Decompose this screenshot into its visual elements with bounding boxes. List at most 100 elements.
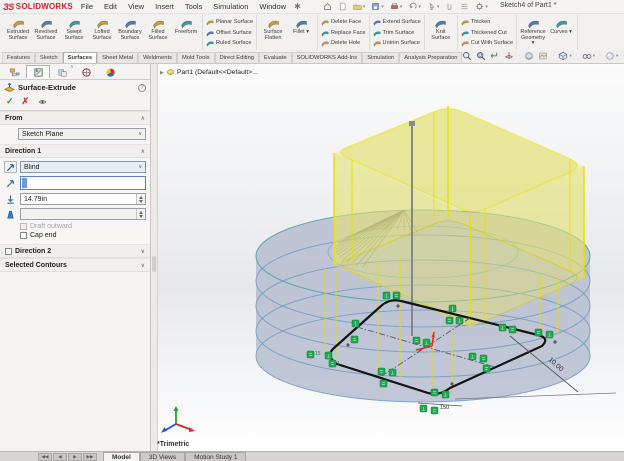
sketch-relation-badge[interactable]: ⊥ (498, 323, 507, 331)
sketch-relation-badge[interactable]: = (377, 367, 386, 375)
sketch-relation-badge[interactable]: | (351, 319, 360, 327)
sketch-relation-badge[interactable]: = (328, 359, 337, 367)
expand-chevron-icon[interactable]: ∨ (141, 262, 145, 269)
previous-button[interactable]: ◀ (53, 452, 67, 461)
ribbon-button-delete-face[interactable]: Delete Face (321, 17, 366, 27)
from-dropdown[interactable]: Sketch Plane ∨ (18, 128, 146, 140)
manager-tab-dimxpert-manager[interactable] (74, 65, 98, 79)
sketch-relation-badge[interactable]: = (430, 388, 439, 396)
select-button[interactable]: ▾ (427, 2, 439, 11)
collapse-chevron-icon[interactable]: ∧ (141, 115, 145, 122)
sketch-relation-badge[interactable]: = (508, 325, 517, 333)
zoom-area-button[interactable] (476, 51, 486, 61)
tab-sketch[interactable]: Sketch (34, 52, 63, 63)
tab-mold-tools[interactable]: Mold Tools (176, 52, 215, 63)
ribbon-button-freeform[interactable]: Freeform (172, 15, 200, 50)
flyout-expand-icon[interactable]: ▶ (160, 70, 164, 76)
tab-sheet-metal[interactable]: Sheet Metal (97, 52, 139, 63)
last-button[interactable]: ▶▶ (83, 452, 97, 461)
next-button[interactable]: ▶ (68, 452, 82, 461)
menu-file[interactable]: File (81, 2, 93, 11)
sketch-relation-badge[interactable]: ⊥ (382, 291, 391, 299)
panel-splitter[interactable] (151, 64, 158, 451)
splitter-grip[interactable] (152, 256, 156, 272)
cap-end-checkbox[interactable] (20, 232, 27, 239)
sketch-relation-badge[interactable]: = (479, 354, 488, 362)
section-view-button[interactable] (504, 51, 514, 61)
ribbon-button-reference-geometry[interactable]: Reference Geometry ▾ (519, 15, 547, 50)
print-button[interactable]: ▾ (390, 2, 402, 11)
ok-button[interactable]: ✓ (6, 96, 14, 107)
expand-chevron-icon[interactable]: ∨ (141, 248, 145, 255)
home-button[interactable] (323, 2, 332, 11)
new-document-button[interactable] (338, 2, 347, 11)
zoom-fit-button[interactable] (462, 51, 472, 61)
tab-analysis-preparation[interactable]: Analysis Preparation (399, 52, 463, 63)
end-condition-dropdown[interactable]: Blind ∨ (20, 161, 146, 173)
menu-window[interactable]: Window (259, 2, 286, 11)
sketch-relation-badge[interactable]: = (430, 406, 439, 414)
ribbon-button-lofted-surface[interactable]: Lofted Surface (88, 15, 116, 50)
sketch-relation-badge[interactable]: ⊥ (388, 368, 397, 376)
bottom-tab-3d-views[interactable]: 3D Views (139, 451, 186, 461)
sketch-relation-badge[interactable]: ⊥ (419, 404, 428, 412)
sketch-relation-badge[interactable]: | (448, 304, 457, 312)
help-icon[interactable]: ? (138, 83, 146, 92)
ribbon-button-cut-with-surface[interactable]: Cut With Surface (461, 38, 513, 48)
undo-button[interactable]: ▾ (408, 2, 421, 11)
selected-contours-header[interactable]: Selected Contours ∨ (0, 258, 150, 272)
pin-icon[interactable]: ✱ (294, 2, 301, 11)
first-button[interactable]: ◀◀ (38, 452, 52, 461)
ribbon-button-offset-surface[interactable]: Offset Surface (206, 28, 253, 38)
sketch-relation-badge[interactable]: = (534, 328, 543, 336)
open-button[interactable]: ▾ (353, 2, 365, 11)
tab-features[interactable]: Features (2, 52, 35, 63)
panel-collapse-icon[interactable]: ∧ (70, 64, 74, 70)
sketch-relation-badge[interactable]: = (445, 316, 454, 324)
tab-evaluate[interactable]: Evaluate (259, 52, 292, 63)
menu-insert[interactable]: Insert (155, 2, 174, 11)
manager-tab-property-manager[interactable] (26, 65, 50, 79)
hide-show-items-button[interactable]: ▾ (582, 51, 595, 61)
tab-solidworks-add-ins[interactable]: SOLIDWORKS Add-Ins (291, 52, 363, 63)
ribbon-button-extend-surface[interactable]: Extend Surface (372, 17, 421, 27)
view-settings-button[interactable]: ▾ (605, 51, 618, 61)
sketch-relation-badge[interactable]: = (392, 291, 401, 299)
tab-simulation[interactable]: Simulation (362, 52, 400, 63)
sketch-relation-badge[interactable]: = (482, 364, 491, 372)
menu-simulation[interactable]: Simulation (213, 2, 248, 11)
bottom-tab-motion-study-1[interactable]: Motion Study 1 (185, 451, 247, 461)
direction-reference-input[interactable] (20, 176, 146, 190)
ribbon-button-revolved-surface[interactable]: Revolved Surface (32, 15, 60, 50)
collapse-chevron-icon[interactable]: ∧ (141, 148, 145, 155)
direction2-checkbox[interactable] (5, 248, 12, 255)
sketch-relation-badge[interactable]: = (379, 379, 388, 387)
menu-view[interactable]: View (128, 2, 144, 11)
direction1-header[interactable]: Direction 1 ∧ (0, 144, 150, 158)
ribbon-button-surface-flatten[interactable]: Surface Flatten (259, 15, 287, 50)
ribbon-button-fillet[interactable]: Fillet ▾ (287, 15, 315, 50)
ribbon-button-replace-face[interactable]: Replace Face (321, 28, 366, 38)
attach-button[interactable] (445, 2, 454, 11)
flyout-feature-tree[interactable]: ▶ Part1 (Default<<Default>... (160, 68, 258, 77)
display-style-button[interactable]: ▾ (558, 51, 572, 61)
tab-weldments[interactable]: Weldments (138, 52, 177, 63)
tab-surfaces[interactable]: Surfaces (62, 52, 98, 63)
ribbon-button-thickened-cut[interactable]: Thickened Cut (461, 28, 513, 38)
spinner-arrows[interactable] (136, 194, 145, 204)
save-button[interactable]: ▾ (371, 2, 384, 11)
ribbon-button-delete-hole[interactable]: Delete Hole (321, 38, 366, 48)
sketch-relation-badge[interactable]: = (350, 335, 359, 343)
sketch-relation-badge[interactable]: = (412, 336, 421, 344)
sketch-relation-badge[interactable]: ⊥ (422, 338, 431, 346)
sketch-relation-badge[interactable]: = (306, 350, 315, 358)
manager-tab-feature-manager-tree[interactable] (2, 65, 26, 79)
menu-edit[interactable]: Edit (104, 2, 117, 11)
sketch-relation-badge[interactable]: ⊥ (441, 390, 450, 398)
sketch-relation-badge[interactable]: ⊥ (324, 351, 333, 359)
cancel-button[interactable]: ✗ (22, 96, 30, 107)
ribbon-button-ruled-surface[interactable]: Ruled Surface (206, 38, 253, 48)
ribbon-button-swept-surface[interactable]: Swept Surface (60, 15, 88, 50)
view-list-button[interactable] (460, 2, 469, 11)
ribbon-button-extruded-surface[interactable]: Extruded Surface (4, 15, 32, 50)
